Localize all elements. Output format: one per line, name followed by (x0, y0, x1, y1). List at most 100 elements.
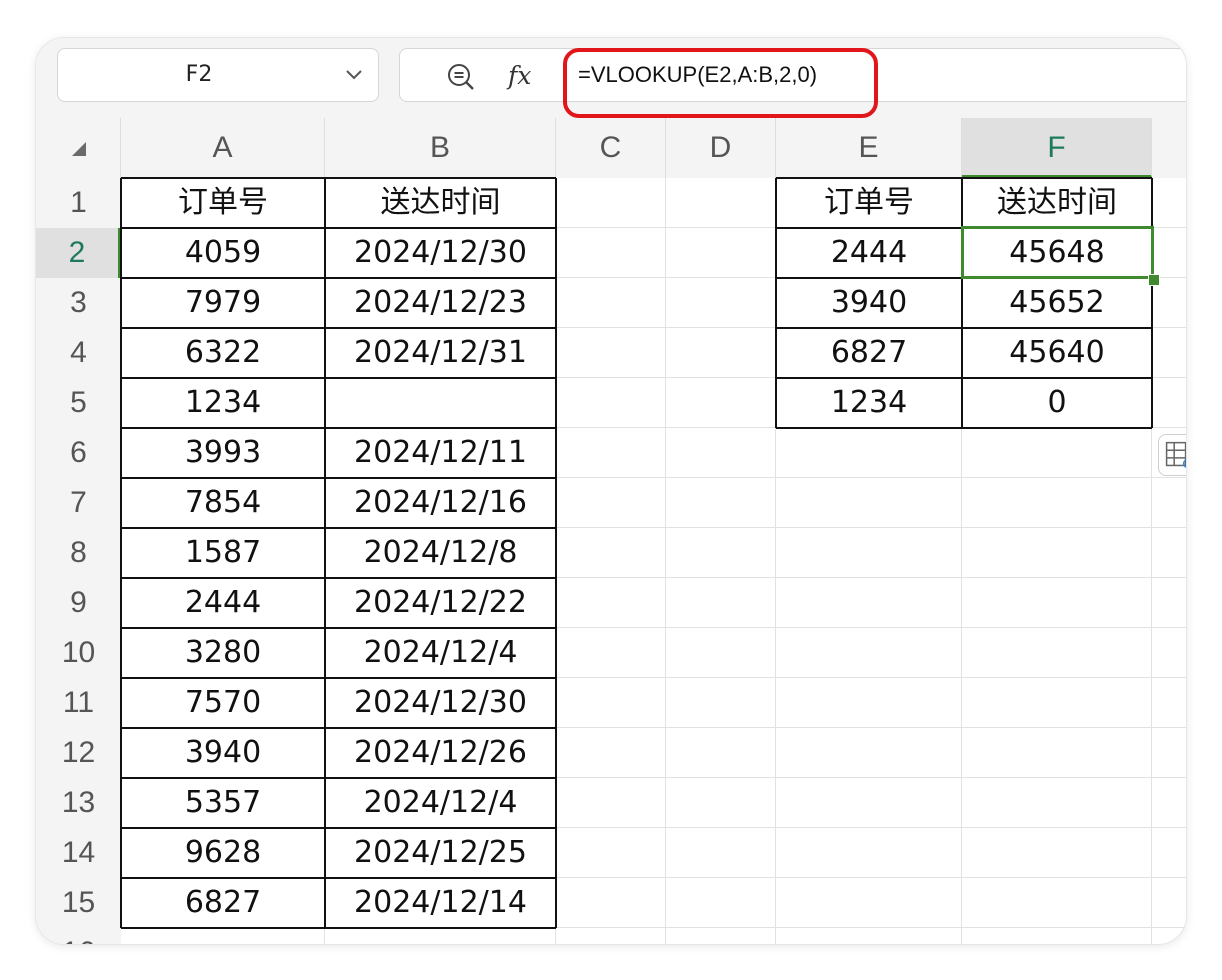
name-box[interactable]: F2 (57, 48, 379, 102)
formula-toolbar: F2 fx =VLOOKUP(E2,A:B,2,0) (36, 38, 1186, 118)
table-cell[interactable]: 7979 (121, 278, 325, 328)
column-header-e[interactable]: E (776, 118, 962, 178)
table-border (776, 177, 1152, 179)
table-cell[interactable]: 6827 (121, 878, 325, 928)
table-cell[interactable]: 6322 (121, 328, 325, 378)
row-header-16[interactable]: 16 (36, 928, 121, 944)
table-cell[interactable]: 2024/12/31 (325, 328, 556, 378)
table-border (775, 178, 777, 428)
table-cell[interactable]: 2024/12/30 (325, 678, 556, 728)
table-cell[interactable]: 9628 (121, 828, 325, 878)
table-cell[interactable]: 45640 (962, 328, 1152, 378)
table-cell[interactable]: 7854 (121, 478, 325, 528)
row-header-13[interactable]: 13 (36, 778, 121, 828)
grid-line-vertical (665, 178, 666, 944)
table-cell[interactable]: 2024/12/30 (325, 228, 556, 278)
selected-cell-outline (961, 226, 1154, 279)
fx-icon[interactable]: fx (508, 53, 531, 99)
table-border (121, 727, 556, 729)
table-border (121, 327, 556, 329)
table-border (121, 677, 556, 679)
table-border (121, 877, 556, 879)
column-header-d[interactable]: D (666, 118, 776, 178)
table-border (776, 427, 1152, 429)
row-header-12[interactable]: 12 (36, 728, 121, 778)
header-cell[interactable]: 订单号 (776, 178, 962, 228)
row-header-10[interactable]: 10 (36, 628, 121, 678)
table-cell[interactable]: 0 (962, 378, 1152, 428)
table-cell[interactable]: 4059 (121, 228, 325, 278)
table-border (121, 477, 556, 479)
table-cell[interactable]: 3940 (121, 728, 325, 778)
header-cell[interactable]: 送达时间 (325, 178, 556, 228)
column-header-f[interactable]: F (962, 118, 1152, 178)
table-border (121, 927, 556, 929)
select-all-triangle-icon (72, 142, 86, 156)
table-cell[interactable]: 2024/12/23 (325, 278, 556, 328)
table-border (121, 577, 556, 579)
table-border (121, 227, 556, 229)
table-border (120, 178, 122, 928)
table-border (121, 777, 556, 779)
table-cell[interactable] (325, 378, 556, 428)
table-border (1151, 178, 1153, 428)
table-border (555, 178, 557, 928)
row-header-5[interactable]: 5 (36, 378, 121, 428)
row-header-2[interactable]: 2 (36, 228, 121, 278)
table-cell[interactable]: 45652 (962, 278, 1152, 328)
table-border (324, 178, 326, 928)
table-cell[interactable]: 1234 (121, 378, 325, 428)
table-cell[interactable]: 2024/12/4 (325, 628, 556, 678)
table-cell[interactable]: 2024/12/14 (325, 878, 556, 928)
table-cell[interactable]: 2444 (121, 578, 325, 628)
row-header-7[interactable]: 7 (36, 478, 121, 528)
table-cell[interactable]: 2444 (776, 228, 962, 278)
table-cell[interactable]: 3993 (121, 428, 325, 478)
zoom-out-icon[interactable] (446, 62, 476, 92)
column-header-a[interactable]: A (121, 118, 325, 178)
table-cell[interactable]: 2024/12/26 (325, 728, 556, 778)
column-header-g[interactable] (1152, 118, 1186, 178)
table-cell[interactable]: 3280 (121, 628, 325, 678)
table-border (776, 327, 1152, 329)
row-header-3[interactable]: 3 (36, 278, 121, 328)
row-header-14[interactable]: 14 (36, 828, 121, 878)
row-header-15[interactable]: 15 (36, 878, 121, 928)
table-border (961, 178, 963, 428)
header-cell[interactable]: 送达时间 (962, 178, 1152, 228)
column-header-c[interactable]: C (556, 118, 666, 178)
table-cell[interactable]: 2024/12/11 (325, 428, 556, 478)
row-header-1[interactable]: 1 (36, 178, 121, 228)
row-header-11[interactable]: 11 (36, 678, 121, 728)
row-header-6[interactable]: 6 (36, 428, 121, 478)
table-cell[interactable]: 2024/12/16 (325, 478, 556, 528)
table-border (121, 177, 556, 179)
table-border (121, 277, 556, 279)
row-header-8[interactable]: 8 (36, 528, 121, 578)
table-cell[interactable]: 1587 (121, 528, 325, 578)
chevron-down-icon[interactable] (344, 62, 364, 88)
header-cell[interactable]: 订单号 (121, 178, 325, 228)
table-cell[interactable]: 2024/12/25 (325, 828, 556, 878)
table-cell[interactable]: 2024/12/22 (325, 578, 556, 628)
quick-analysis-icon[interactable] (1158, 434, 1186, 476)
table-cell[interactable]: 3940 (776, 278, 962, 328)
table-border (776, 377, 1152, 379)
table-cell[interactable]: 1234 (776, 378, 962, 428)
table-border (121, 627, 556, 629)
table-border (121, 427, 556, 429)
row-header-4[interactable]: 4 (36, 328, 121, 378)
table-border (121, 827, 556, 829)
table-cell[interactable]: 2024/12/4 (325, 778, 556, 828)
row-header-9[interactable]: 9 (36, 578, 121, 628)
select-all-corner[interactable] (36, 118, 121, 178)
fill-handle[interactable] (1148, 274, 1160, 286)
table-cell[interactable]: 7570 (121, 678, 325, 728)
formula-highlight-annotation (563, 48, 878, 118)
table-border (121, 527, 556, 529)
table-cell[interactable]: 6827 (776, 328, 962, 378)
spreadsheet-window: F2 fx =VLOOKUP(E2,A:B,2,0) ABCDEF1234567… (36, 38, 1186, 944)
column-header-b[interactable]: B (325, 118, 556, 178)
table-cell[interactable]: 5357 (121, 778, 325, 828)
table-cell[interactable]: 2024/12/8 (325, 528, 556, 578)
